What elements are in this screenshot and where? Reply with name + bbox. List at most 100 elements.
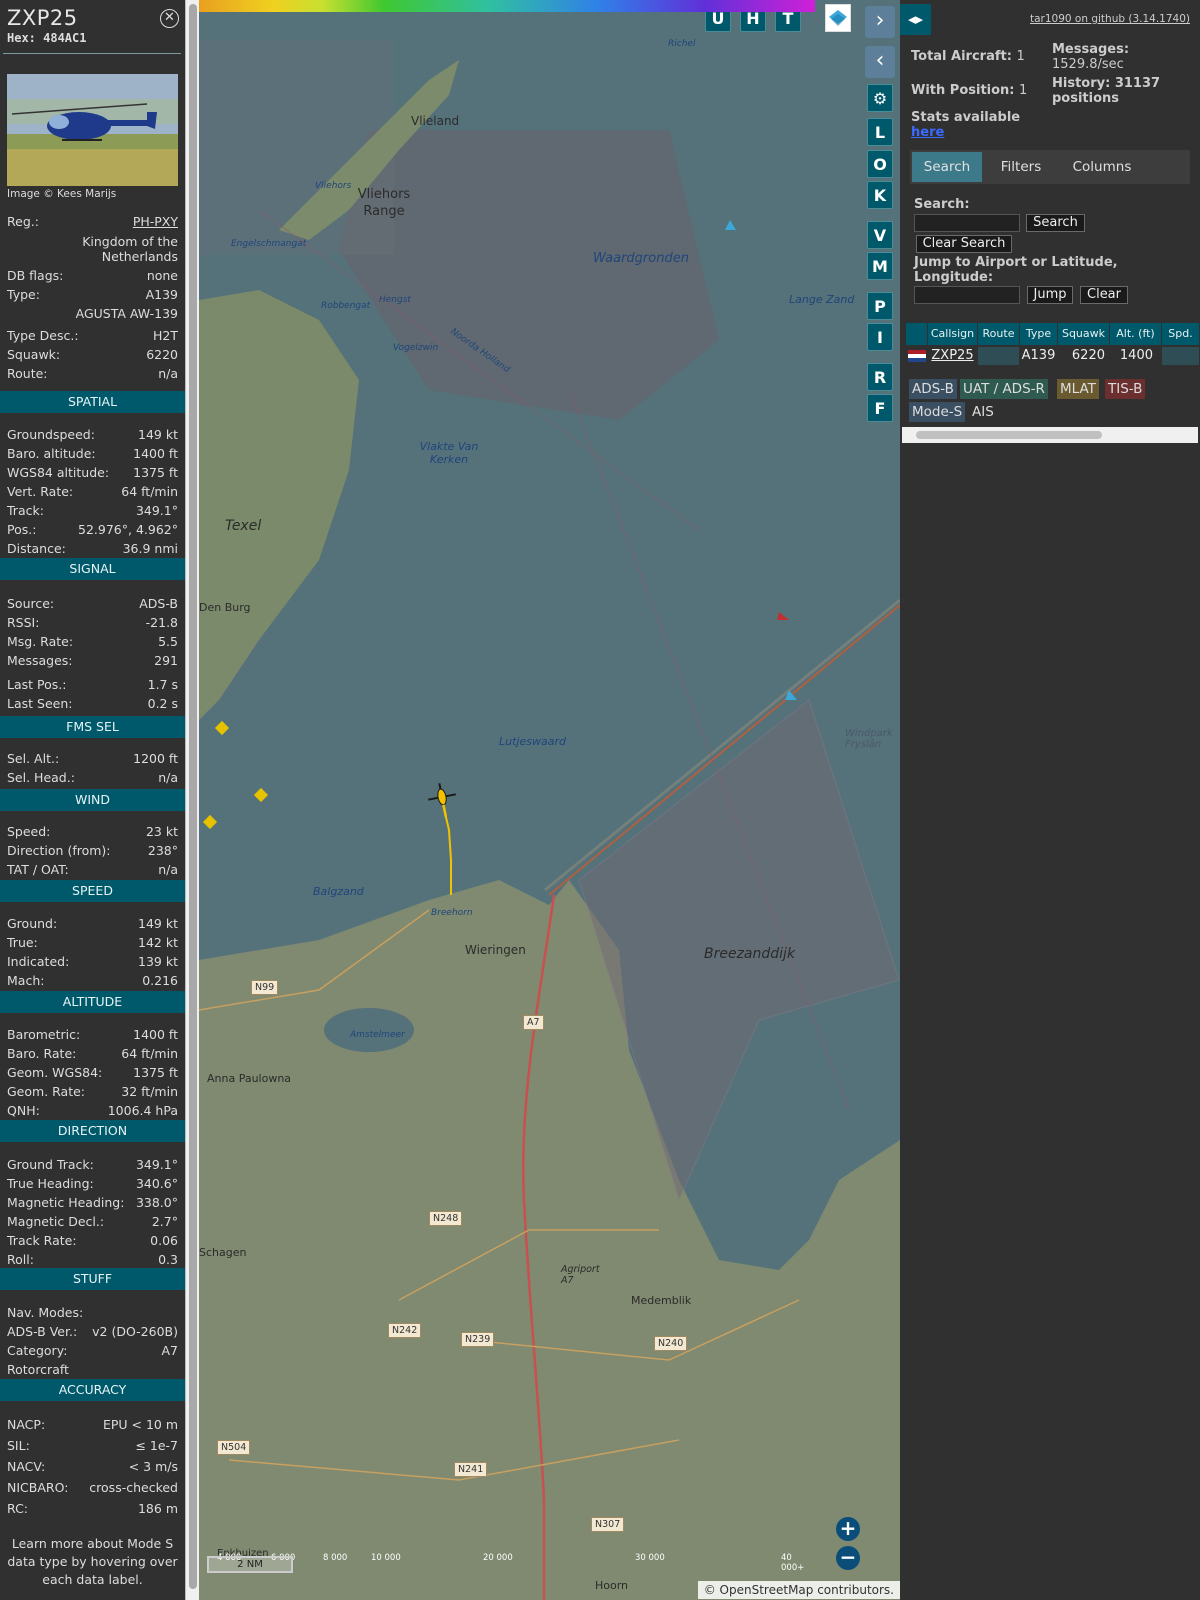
- clear-search-button[interactable]: Clear Search: [916, 235, 1012, 253]
- scrollbar-thumb[interactable]: [916, 431, 1102, 439]
- zoom-out-button[interactable]: −: [836, 1546, 860, 1570]
- col-route[interactable]: Route: [978, 323, 1020, 345]
- direction-label[interactable]: Magnetic Decl.:: [7, 1214, 104, 1229]
- aircraft-photo[interactable]: [7, 74, 178, 186]
- wind-label[interactable]: TAT / OAT:: [7, 862, 69, 877]
- close-icon[interactable]: ✕: [160, 9, 179, 28]
- signal-label[interactable]: Last Seen:: [7, 696, 72, 711]
- signal-label[interactable]: Msg. Rate:: [7, 634, 73, 649]
- altitude-label[interactable]: Geom. Rate:: [7, 1084, 85, 1099]
- tab-search[interactable]: Search: [912, 152, 982, 182]
- table-row-callsign[interactable]: ZXP25: [928, 347, 978, 365]
- map-button-r[interactable]: R: [867, 363, 893, 391]
- map-button-v[interactable]: V: [867, 221, 893, 249]
- spatial-label[interactable]: Distance:: [7, 541, 66, 556]
- col-altitude[interactable]: Alt. (ft): [1110, 323, 1162, 345]
- accuracy-label[interactable]: RC:: [7, 1501, 28, 1516]
- wind-row: Speed: 23 kt: [7, 824, 178, 841]
- table-row-squawk[interactable]: 6220: [1058, 347, 1110, 365]
- direction-label[interactable]: Magnetic Heading:: [7, 1195, 124, 1210]
- tab-columns[interactable]: Columns: [1060, 152, 1144, 182]
- direction-label[interactable]: Roll:: [7, 1252, 34, 1267]
- jump-label: Jump to Airport or Latitude, Longitude:: [914, 255, 1118, 285]
- accuracy-label[interactable]: NACP:: [7, 1417, 45, 1432]
- altitude-label[interactable]: QNH:: [7, 1103, 40, 1118]
- road-shield-n248: N248: [429, 1211, 463, 1226]
- wind-label[interactable]: Direction (from):: [7, 843, 111, 858]
- map-attribution[interactable]: © OpenStreetMap contributors.: [697, 1581, 900, 1599]
- table-row-altitude[interactable]: 1400: [1110, 347, 1162, 365]
- github-link[interactable]: tar1090 on github (3.14.1740): [1030, 13, 1190, 25]
- dbflags-label: DB flags:: [7, 268, 64, 283]
- clear-jump-button[interactable]: Clear: [1080, 286, 1128, 304]
- scrollbar-thumb[interactable]: [189, 4, 197, 1589]
- search-input[interactable]: [914, 214, 1020, 232]
- accuracy-label[interactable]: NACV:: [7, 1459, 45, 1474]
- signal-label[interactable]: Messages:: [7, 653, 73, 668]
- jump-input[interactable]: [914, 286, 1020, 304]
- map-button-i[interactable]: I: [867, 323, 893, 351]
- signal-label[interactable]: Last Pos.:: [7, 677, 66, 692]
- map-button-p[interactable]: P: [867, 292, 893, 320]
- aircraft-list-panel: ◂▸ tar1090 on github (3.14.1740) Total A…: [900, 0, 1200, 1600]
- signal-label[interactable]: Source:: [7, 596, 54, 611]
- spatial-label[interactable]: Vert. Rate:: [7, 484, 73, 499]
- stuff-label[interactable]: Nav. Modes:: [7, 1305, 83, 1320]
- table-row-route[interactable]: [978, 347, 1020, 365]
- map-button-m[interactable]: M: [867, 252, 893, 280]
- speed-label[interactable]: Ground:: [7, 916, 57, 931]
- table-row-type[interactable]: A139: [1020, 347, 1058, 365]
- altitude-value: 64 ft/min: [121, 1046, 178, 1061]
- stuff-label[interactable]: Category:: [7, 1343, 67, 1358]
- altitude-label[interactable]: Baro. Rate:: [7, 1046, 76, 1061]
- signal-label[interactable]: RSSI:: [7, 615, 39, 630]
- col-callsign[interactable]: Callsign: [928, 323, 978, 345]
- direction-label[interactable]: Ground Track:: [7, 1157, 94, 1172]
- info-panel-scrollbar[interactable]: [185, 0, 199, 1600]
- accuracy-label[interactable]: NICBARO:: [7, 1480, 68, 1495]
- altitude-color-bar: [199, 0, 815, 12]
- map-view[interactable]: Vlieland Vliehors Range Texel Wieringen …: [199, 0, 900, 1600]
- route-row: Route: n/a: [7, 366, 178, 383]
- table-horizontal-scrollbar[interactable]: [902, 427, 1198, 443]
- speed-label[interactable]: Indicated:: [7, 954, 69, 969]
- col-speed[interactable]: Spd.: [1162, 323, 1200, 345]
- accuracy-row: NACV: < 3 m/s: [7, 1459, 178, 1476]
- spatial-label[interactable]: Pos.:: [7, 522, 36, 537]
- map-button-l[interactable]: L: [867, 118, 893, 146]
- stats-link[interactable]: here: [911, 125, 1020, 140]
- altitude-label[interactable]: Geom. WGS84:: [7, 1065, 102, 1080]
- map-button-o[interactable]: O: [867, 150, 893, 178]
- col-type[interactable]: Type: [1020, 323, 1058, 345]
- accuracy-label[interactable]: SIL:: [7, 1438, 30, 1453]
- spatial-label[interactable]: Baro. altitude:: [7, 446, 96, 461]
- stuff-label[interactable]: Rotorcraft: [7, 1362, 69, 1377]
- collapse-left-button[interactable]: ‹: [865, 46, 895, 78]
- spatial-label[interactable]: WGS84 altitude:: [7, 465, 109, 480]
- search-button[interactable]: Search: [1026, 214, 1085, 232]
- altitude-label[interactable]: Barometric:: [7, 1027, 80, 1042]
- stuff-label[interactable]: ADS-B Ver.:: [7, 1324, 77, 1339]
- spatial-label[interactable]: Groundspeed:: [7, 427, 95, 442]
- zoom-in-button[interactable]: +: [836, 1517, 860, 1541]
- reg-link[interactable]: PH-PXY: [133, 214, 178, 229]
- col-flag[interactable]: [906, 323, 928, 345]
- col-squawk[interactable]: Squawk: [1058, 323, 1110, 345]
- map-button-k[interactable]: K: [867, 181, 893, 209]
- toggle-panel-button[interactable]: ◂▸: [900, 4, 931, 35]
- fms-label[interactable]: Sel. Head.:: [7, 770, 75, 785]
- table-row-speed[interactable]: [1162, 347, 1200, 365]
- speed-label[interactable]: Mach:: [7, 973, 44, 988]
- wind-label[interactable]: Speed:: [7, 824, 50, 839]
- jump-button[interactable]: Jump: [1027, 286, 1073, 304]
- speed-label[interactable]: True:: [7, 935, 38, 950]
- direction-label[interactable]: True Heading:: [7, 1176, 94, 1191]
- expand-right-button[interactable]: ›: [865, 6, 895, 38]
- spatial-label[interactable]: Track:: [7, 503, 44, 518]
- tab-filters[interactable]: Filters: [986, 152, 1056, 182]
- fms-label[interactable]: Sel. Alt.:: [7, 751, 59, 766]
- direction-label[interactable]: Track Rate:: [7, 1233, 77, 1248]
- layers-icon[interactable]: [825, 4, 851, 32]
- settings-gear-icon[interactable]: ⚙: [867, 84, 893, 112]
- map-button-f[interactable]: F: [867, 394, 893, 422]
